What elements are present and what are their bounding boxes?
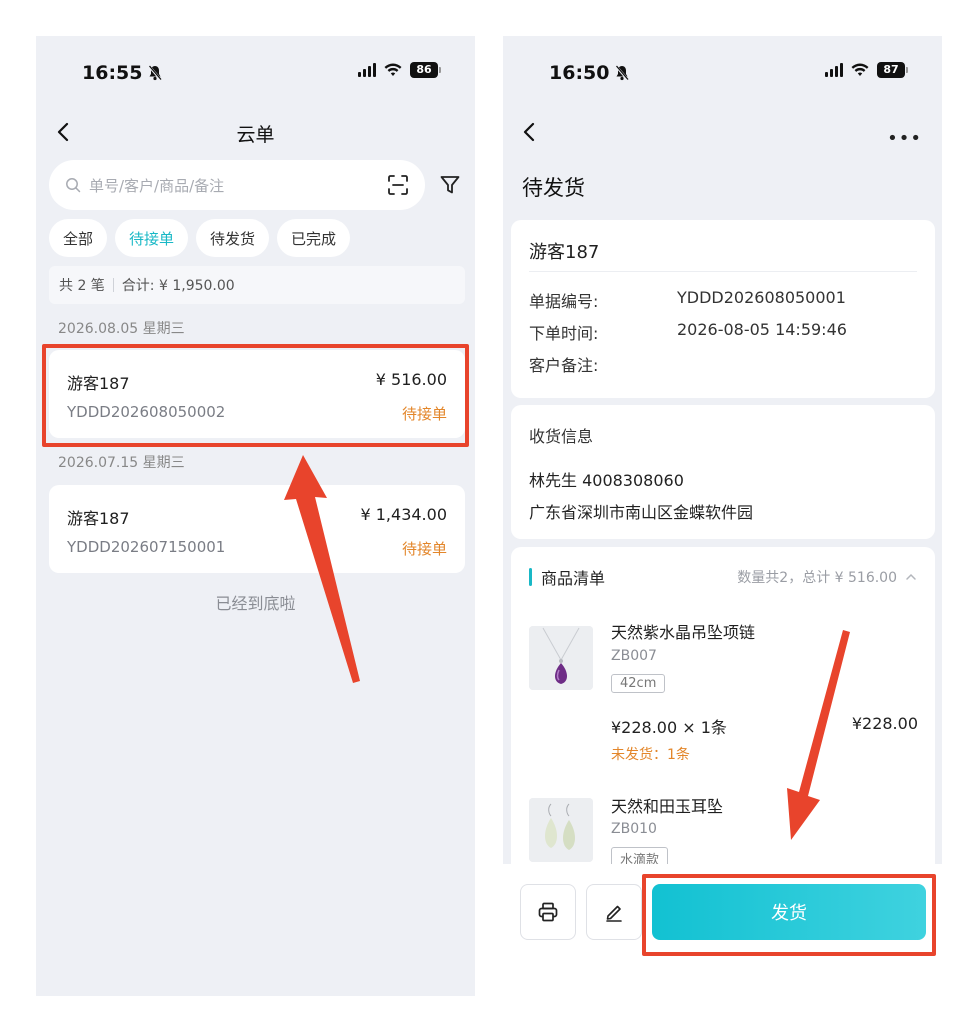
search-icon — [66, 178, 81, 193]
product-name: 天然和田玉耳坠 — [611, 797, 724, 816]
unshipped-count: 未发货：1条 — [611, 747, 690, 763]
section-title: 收货信息 — [529, 427, 594, 446]
status-time: 16:55 — [82, 62, 163, 84]
order-time-row: 下单时间: 2026-08-05 14:59:46 — [529, 320, 847, 343]
summary-bar: 共 2 笔 合计: ¥ 1,950.00 — [49, 266, 465, 304]
tab-pending-accept[interactable]: 待接单 — [115, 219, 189, 257]
search-placeholder: 单号/客户/商品/备注 — [89, 176, 225, 195]
wifi-icon — [851, 63, 869, 76]
contact-line: 林先生 4008308060 — [529, 471, 684, 490]
order-number: YDDD202608050001 — [677, 288, 846, 307]
signal-icon — [825, 63, 843, 77]
chevron-up-icon[interactable] — [905, 571, 917, 583]
order-amount: ¥ 1,434.00 — [360, 505, 447, 524]
order-total: 合计: ¥ 1,950.00 — [121, 278, 235, 294]
order-card[interactable]: 游客187 ¥ 1,434.00 YDDD202607150001 待接单 — [49, 485, 465, 573]
divider — [112, 278, 114, 292]
order-list-screen: 16:55 86 云单 单号/客户/商品/备注 全部 待接单 待发货 已完成 共… — [36, 36, 475, 996]
page-title: 云单 — [236, 124, 275, 146]
status-indicators: 87 — [825, 62, 908, 78]
tab-all[interactable]: 全部 — [49, 219, 108, 257]
bell-muted-icon — [615, 65, 630, 81]
status-indicators: 86 — [358, 62, 441, 78]
bell-muted-icon — [148, 65, 163, 81]
highlight-box — [642, 874, 936, 956]
customer-name: 游客187 — [67, 509, 130, 528]
order-detail-screen: 16:50 87 ••• 待发货 游客187 单据编号: YDDD2026080… — [503, 36, 942, 996]
filter-icon[interactable] — [439, 174, 461, 196]
tab-completed[interactable]: 已完成 — [277, 219, 351, 257]
battery-icon: 87 — [877, 62, 908, 78]
product-spec-tag: 42cm — [611, 674, 666, 693]
product-code: ZB007 — [611, 648, 657, 664]
scan-icon[interactable] — [387, 174, 409, 196]
order-number: YDDD202607150001 — [67, 538, 226, 556]
order-time: 2026-08-05 14:59:46 — [677, 320, 847, 339]
order-count: 共 2 笔 — [59, 278, 105, 294]
section-title: 商品清单 — [541, 569, 606, 588]
status-time: 16:50 — [549, 62, 630, 84]
edit-button[interactable] — [586, 884, 642, 940]
date-label: 2026.08.05 星期三 — [58, 321, 185, 337]
annotation-arrow — [787, 630, 850, 840]
signal-icon — [358, 63, 376, 77]
product-code: ZB010 — [611, 821, 657, 837]
product-image — [529, 798, 593, 862]
battery-icon: 86 — [410, 62, 441, 78]
search-input[interactable]: 单号/客户/商品/备注 — [49, 160, 425, 210]
status-bar: 16:55 86 — [36, 36, 475, 108]
status-badge: 待接单 — [401, 540, 447, 558]
goods-summary: 数量共2，总计 ¥ 516.00 — [737, 570, 897, 586]
status-bar: 16:50 87 — [503, 36, 942, 108]
print-button[interactable] — [520, 884, 576, 940]
product-name: 天然紫水晶吊坠项链 — [611, 623, 756, 642]
order-number-row: 单据编号: YDDD202608050001 — [529, 288, 846, 311]
accent-bar — [529, 568, 532, 586]
more-icon[interactable]: ••• — [887, 128, 922, 149]
goods-header[interactable]: 商品清单 数量共2，总计 ¥ 516.00 — [529, 565, 917, 589]
edit-pencil-icon — [606, 905, 622, 922]
shipping-info-card: 收货信息 林先生 4008308060 广东省深圳市南山区金蝶软件园 — [511, 405, 935, 539]
tab-pending-ship[interactable]: 待发货 — [196, 219, 270, 257]
address-line: 广东省深圳市南山区金蝶软件园 — [529, 503, 754, 522]
status-tabs: 全部 待接单 待发货 已完成 — [49, 219, 351, 257]
customer-remark-row: 客户备注: — [529, 356, 599, 375]
page-title: 待发货 — [522, 176, 585, 200]
wifi-icon — [384, 63, 402, 76]
order-info-card: 游客187 单据编号: YDDD202608050001 下单时间: 2026-… — [511, 220, 935, 398]
printer-icon — [538, 902, 558, 922]
product-price: ¥228.00 × 1条 — [611, 718, 727, 737]
goods-list-card: 商品清单 数量共2，总计 ¥ 516.00 天然紫水晶吊坠项链 ZB007 42… — [511, 547, 935, 887]
back-arrow-icon[interactable] — [514, 117, 544, 147]
highlight-box — [42, 344, 469, 447]
date-label: 2026.07.15 星期三 — [58, 455, 185, 471]
customer-name: 游客187 — [529, 242, 600, 263]
product-image — [529, 626, 593, 690]
divider — [529, 271, 917, 272]
annotation-arrow — [284, 455, 360, 683]
list-end-text: 已经到底啦 — [215, 594, 296, 613]
